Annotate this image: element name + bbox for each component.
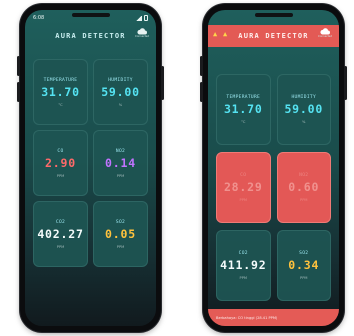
sensor-card-temperature[interactable]: TEMPERATURE 31.70 °C	[33, 59, 88, 125]
sensor-card-so2[interactable]: SO2 0.34 PPM	[276, 230, 331, 301]
connection-label: Connected	[318, 35, 332, 38]
sensor-value: 59.00	[101, 84, 140, 99]
sensor-unit: °C	[241, 120, 246, 124]
connection-status[interactable]: Connected	[133, 28, 151, 38]
sensor-value: 0.14	[105, 155, 136, 170]
sensor-card-co2[interactable]: CO2 411.92 PPM	[216, 230, 271, 301]
sensor-unit: PPM	[300, 198, 308, 202]
power-button	[161, 66, 164, 100]
sensor-card-no2[interactable]: NO2 0.14 PPM	[93, 130, 148, 196]
sensor-unit: °C	[58, 102, 63, 107]
sensor-unit: PPM	[300, 276, 308, 280]
sensor-unit: %	[118, 102, 123, 107]
sensor-card-humidity[interactable]: HUMIDITY 59.00 %	[276, 74, 331, 145]
cloud-icon	[320, 28, 330, 35]
sensor-card-co[interactable]: CO 2.90 PPM	[33, 130, 88, 196]
app-title: AURA DETECTOR	[238, 32, 309, 40]
sensor-value: 31.70	[41, 84, 80, 99]
sensor-label: NO2	[115, 148, 126, 154]
sensor-value: 0.05	[105, 226, 136, 241]
sensor-unit: PPM	[56, 244, 65, 249]
signal-icon	[136, 15, 142, 21]
sensor-label: CO2	[238, 251, 248, 256]
alert-notification-text: Berbahaya: CO tinggi (28.41 PPM)	[216, 315, 278, 320]
sensor-grid: TEMPERATURE 31.70 °C HUMIDITY 59.00 % CO…	[216, 74, 331, 301]
sensor-value: 2.90	[45, 155, 76, 170]
sensor-label: TEMPERATURE	[43, 77, 78, 83]
app-screen-right: ▲ ▲ AURA DETECTOR Connected TEMPERATURE …	[208, 10, 339, 326]
battery-icon	[144, 15, 148, 21]
volume-up-button	[17, 56, 20, 76]
sensor-label: SO2	[299, 251, 309, 256]
phone-frame-right: ▲ ▲ AURA DETECTOR Connected TEMPERATURE …	[200, 4, 347, 332]
sensor-card-no2-alert[interactable]: NO2 0.60 PPM	[276, 152, 331, 223]
sensor-unit: PPM	[239, 276, 247, 280]
phone-frame-left: 6:08 AURA DETECTOR Connected TEMPERATURE…	[17, 4, 164, 332]
alert-notification-bar[interactable]: Berbahaya: CO tinggi (28.41 PPM)	[208, 309, 339, 326]
app-screen-left: 6:08 AURA DETECTOR Connected TEMPERATURE…	[25, 10, 156, 326]
sensor-value: 59.00	[284, 102, 324, 116]
warning-icon: ▲	[223, 30, 228, 38]
sensor-value: 31.70	[223, 102, 263, 116]
sensor-card-co2[interactable]: CO2 402.27 PPM	[33, 201, 88, 267]
speaker-notch	[254, 13, 293, 17]
sensor-value: 0.34	[288, 258, 320, 272]
app-bar: AURA DETECTOR Connected	[25, 25, 156, 47]
sensor-label: NO2	[299, 173, 309, 178]
volume-down-button	[200, 82, 203, 102]
sensor-label: CO	[240, 173, 247, 178]
sensor-card-humidity[interactable]: HUMIDITY 59.00 %	[93, 59, 148, 125]
sensor-unit: PPM	[116, 244, 125, 249]
power-button	[344, 66, 347, 100]
app-bar-alert: ▲ ▲ AURA DETECTOR Connected	[208, 25, 339, 47]
sensor-grid: TEMPERATURE 31.70 °C HUMIDITY 59.00 % CO…	[33, 59, 148, 267]
sensor-card-temperature[interactable]: TEMPERATURE 31.70 °C	[216, 74, 271, 145]
sensor-label: CO	[57, 148, 64, 154]
sensor-card-so2[interactable]: SO2 0.05 PPM	[93, 201, 148, 267]
sensor-label: HUMIDITY	[108, 77, 133, 83]
volume-down-button	[17, 82, 20, 102]
sensor-label: HUMIDITY	[291, 95, 317, 100]
volume-up-button	[200, 56, 203, 76]
connection-label: Connected	[135, 35, 149, 38]
sensor-label: SO2	[115, 219, 126, 225]
cloud-icon	[137, 28, 147, 35]
status-time: 6:08	[33, 15, 45, 21]
sensor-unit: %	[302, 120, 306, 124]
sensor-label: CO2	[55, 219, 66, 225]
connection-status[interactable]: Connected	[316, 28, 334, 38]
sensor-unit: PPM	[116, 173, 125, 178]
app-title: AURA DETECTOR	[55, 32, 126, 40]
sensor-card-co-alert[interactable]: CO 28.29 PPM	[216, 152, 271, 223]
sensor-value: 402.27	[37, 226, 84, 241]
warning-icon: ▲	[213, 30, 218, 38]
sensor-label: TEMPERATURE	[226, 95, 261, 100]
sensor-value: 0.60	[288, 180, 320, 194]
sensor-unit: PPM	[239, 198, 247, 202]
sensor-unit: PPM	[56, 173, 65, 178]
sensor-value: 411.92	[220, 258, 267, 272]
sensor-value: 28.29	[223, 180, 263, 194]
status-bar: 6:08	[33, 13, 148, 23]
